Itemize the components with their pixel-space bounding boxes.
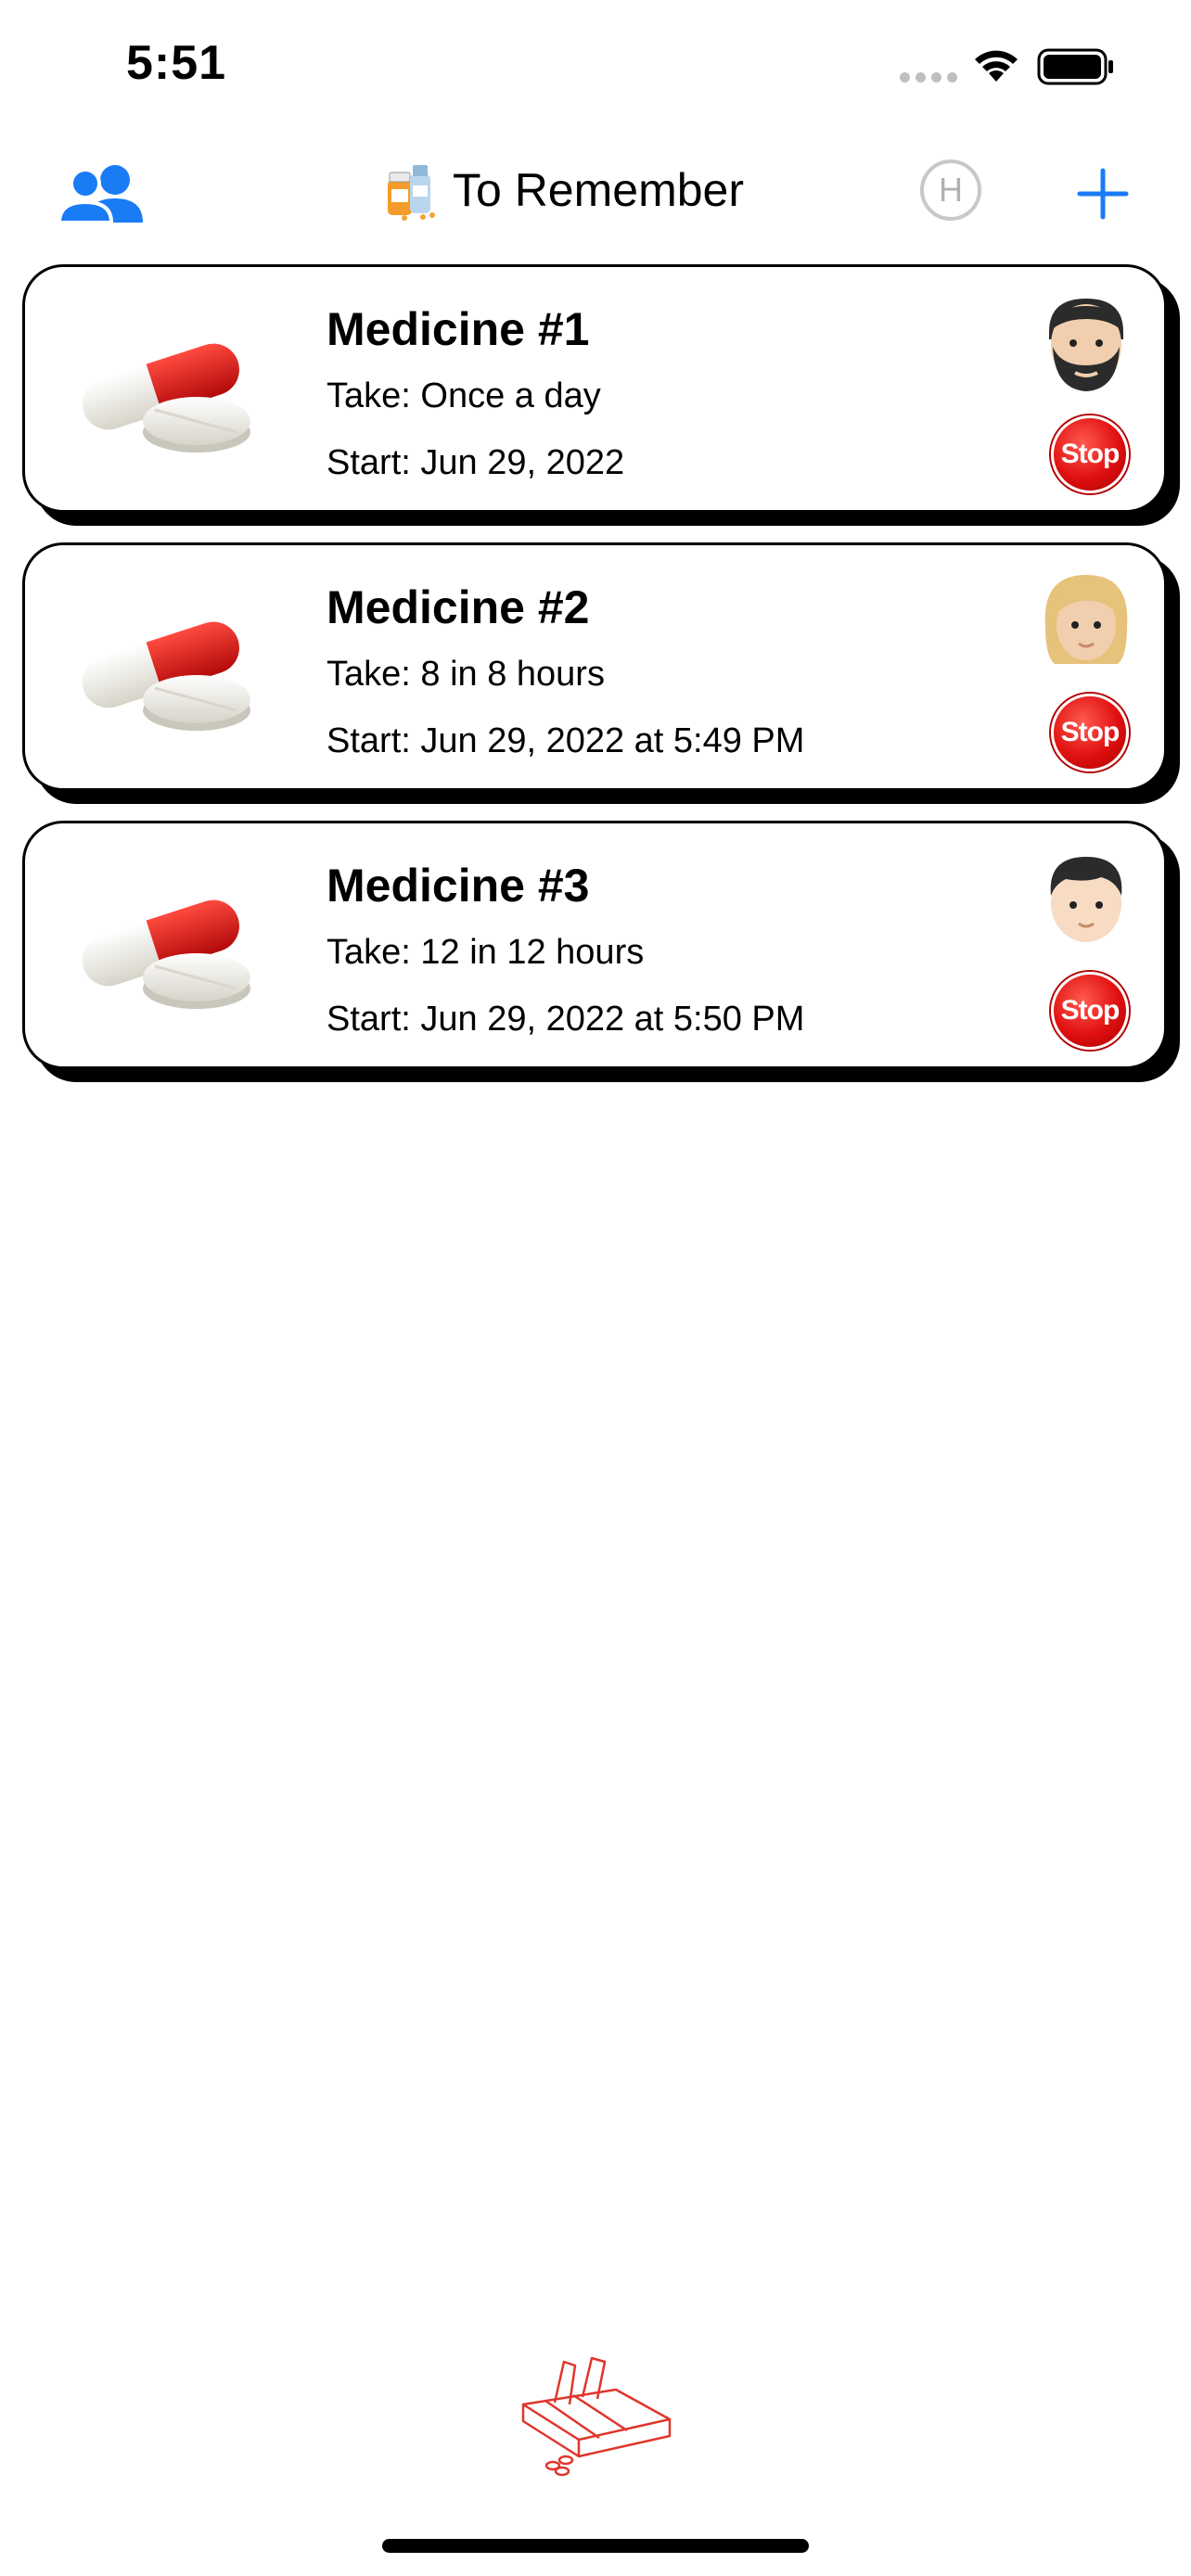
woman-blonde-avatar-icon bbox=[1044, 575, 1128, 664]
medicine-name: Medicine #1 bbox=[327, 303, 590, 355]
home-indicator[interactable] bbox=[382, 2539, 809, 2553]
medicine-start: Start: Jun 29, 2022 at 5:50 PM bbox=[327, 1000, 805, 1039]
navigation-bar: To Remember H bbox=[0, 148, 1191, 241]
pill-organizer-icon bbox=[521, 2356, 672, 2477]
medicine-card[interactable]: Medicine #3 Take: 12 in 12 hours Start: … bbox=[22, 821, 1167, 1069]
status-time: 5:51 bbox=[126, 36, 227, 90]
pill-capsule-icon bbox=[82, 899, 250, 1009]
battery-icon bbox=[1037, 48, 1113, 85]
medicine-take: Take: 8 in 8 hours bbox=[327, 655, 605, 694]
pill-capsule-icon bbox=[82, 621, 250, 731]
medicine-bottles-icon bbox=[388, 165, 435, 221]
medicine-start: Start: Jun 29, 2022 bbox=[327, 443, 625, 482]
status-bar: 5:51 bbox=[0, 0, 1191, 139]
pill-capsule-icon bbox=[82, 343, 250, 453]
medicine-card[interactable]: Medicine #2 Take: 8 in 8 hours Start: Ju… bbox=[22, 542, 1167, 791]
medicine-name: Medicine #3 bbox=[327, 860, 590, 912]
page-title: To Remember bbox=[382, 159, 744, 221]
h-circle-icon[interactable]: H bbox=[920, 159, 981, 221]
medicine-take: Take: 12 in 12 hours bbox=[327, 933, 645, 972]
medicine-card[interactable]: Medicine #1 Take: Once a day Start: Jun … bbox=[22, 264, 1167, 513]
medicine-name: Medicine #2 bbox=[327, 581, 590, 633]
medicine-take: Take: Once a day bbox=[327, 376, 601, 415]
stop-button[interactable]: Stop bbox=[1051, 694, 1129, 772]
people-icon[interactable] bbox=[58, 161, 147, 226]
add-icon[interactable] bbox=[1076, 167, 1130, 221]
stop-button[interactable]: Stop bbox=[1051, 972, 1129, 1050]
stop-button[interactable]: Stop bbox=[1051, 415, 1129, 493]
page-title-text: To Remember bbox=[453, 164, 744, 216]
boy-avatar-icon bbox=[1050, 857, 1122, 942]
cellular-signal-icon bbox=[900, 72, 957, 83]
man-beard-avatar-icon bbox=[1049, 299, 1123, 391]
medicine-start: Start: Jun 29, 2022 at 5:49 PM bbox=[327, 721, 805, 760]
wifi-icon bbox=[975, 50, 1018, 82]
